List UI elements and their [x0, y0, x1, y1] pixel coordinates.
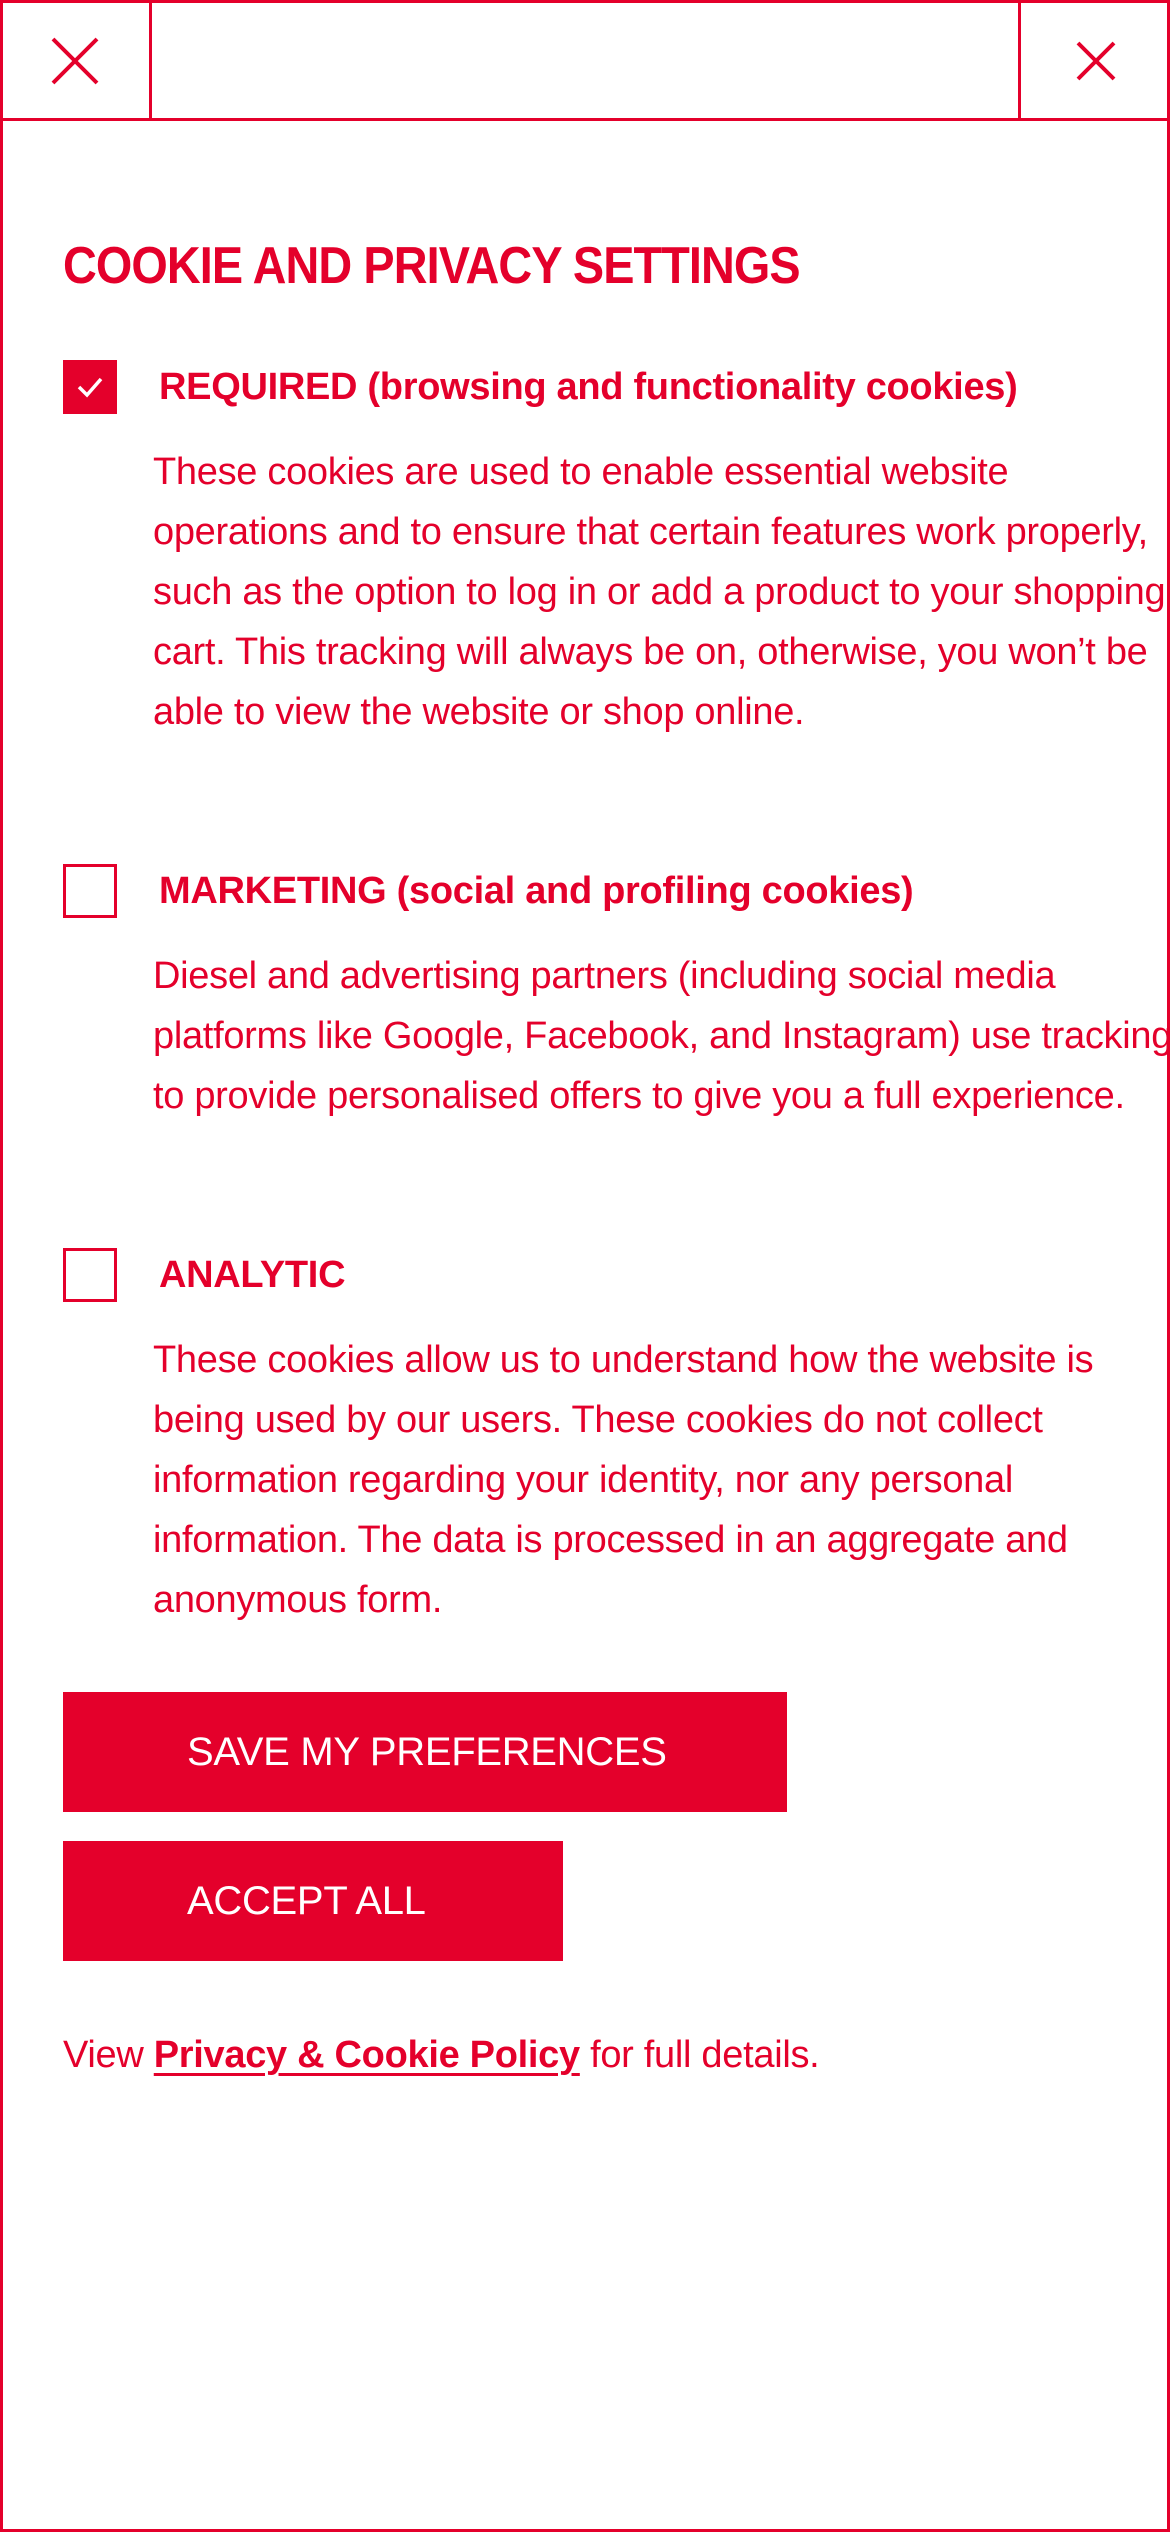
policy-note-prefix: View — [63, 2034, 144, 2076]
page-title: COOKIE AND PRIVACY SETTINGS — [63, 237, 801, 295]
policy-note-suffix: for full details. — [590, 2034, 820, 2076]
close-icon — [51, 37, 98, 84]
option-description-analytic: These cookies allow us to understand how… — [153, 1339, 1094, 1621]
option-label-analytic: ANALYTIC — [159, 1253, 346, 1296]
option-header: REQUIRED (browsing and functionality coo… — [63, 360, 1113, 414]
privacy-cookie-policy-link[interactable]: Privacy & Cookie Policy — [154, 2034, 580, 2076]
accept-all-button[interactable]: ACCEPT ALL — [63, 1841, 563, 1961]
option-description-marketing: Diesel and advertising partners (includi… — [153, 955, 1170, 1117]
close-icon — [1076, 41, 1115, 80]
checkmark-icon — [77, 377, 103, 398]
option-required: REQUIRED (browsing and functionality coo… — [63, 360, 1166, 742]
close-button-right[interactable] — [1018, 0, 1170, 121]
checkbox-required[interactable] — [63, 360, 117, 414]
close-button-left[interactable] — [0, 0, 152, 121]
option-header: MARKETING (social and profiling cookies) — [63, 864, 1113, 918]
option-label-required: REQUIRED (browsing and functionality coo… — [159, 365, 1018, 408]
option-header: ANALYTIC — [63, 1248, 1113, 1302]
option-analytic: ANALYTIC These cookies allow us to under… — [63, 1248, 1113, 1630]
save-preferences-button[interactable]: SAVE MY PREFERENCES — [63, 1692, 787, 1812]
checkbox-analytic[interactable] — [63, 1248, 117, 1302]
top-bar — [0, 0, 1170, 121]
option-label-marketing: MARKETING (social and profiling cookies) — [159, 869, 914, 912]
option-description-required: These cookies are used to enable essenti… — [153, 451, 1166, 733]
checkbox-marketing[interactable] — [63, 864, 117, 918]
policy-note: View Privacy & Cookie Policy for full de… — [63, 2034, 820, 2077]
option-marketing: MARKETING (social and profiling cookies)… — [63, 864, 1170, 1126]
